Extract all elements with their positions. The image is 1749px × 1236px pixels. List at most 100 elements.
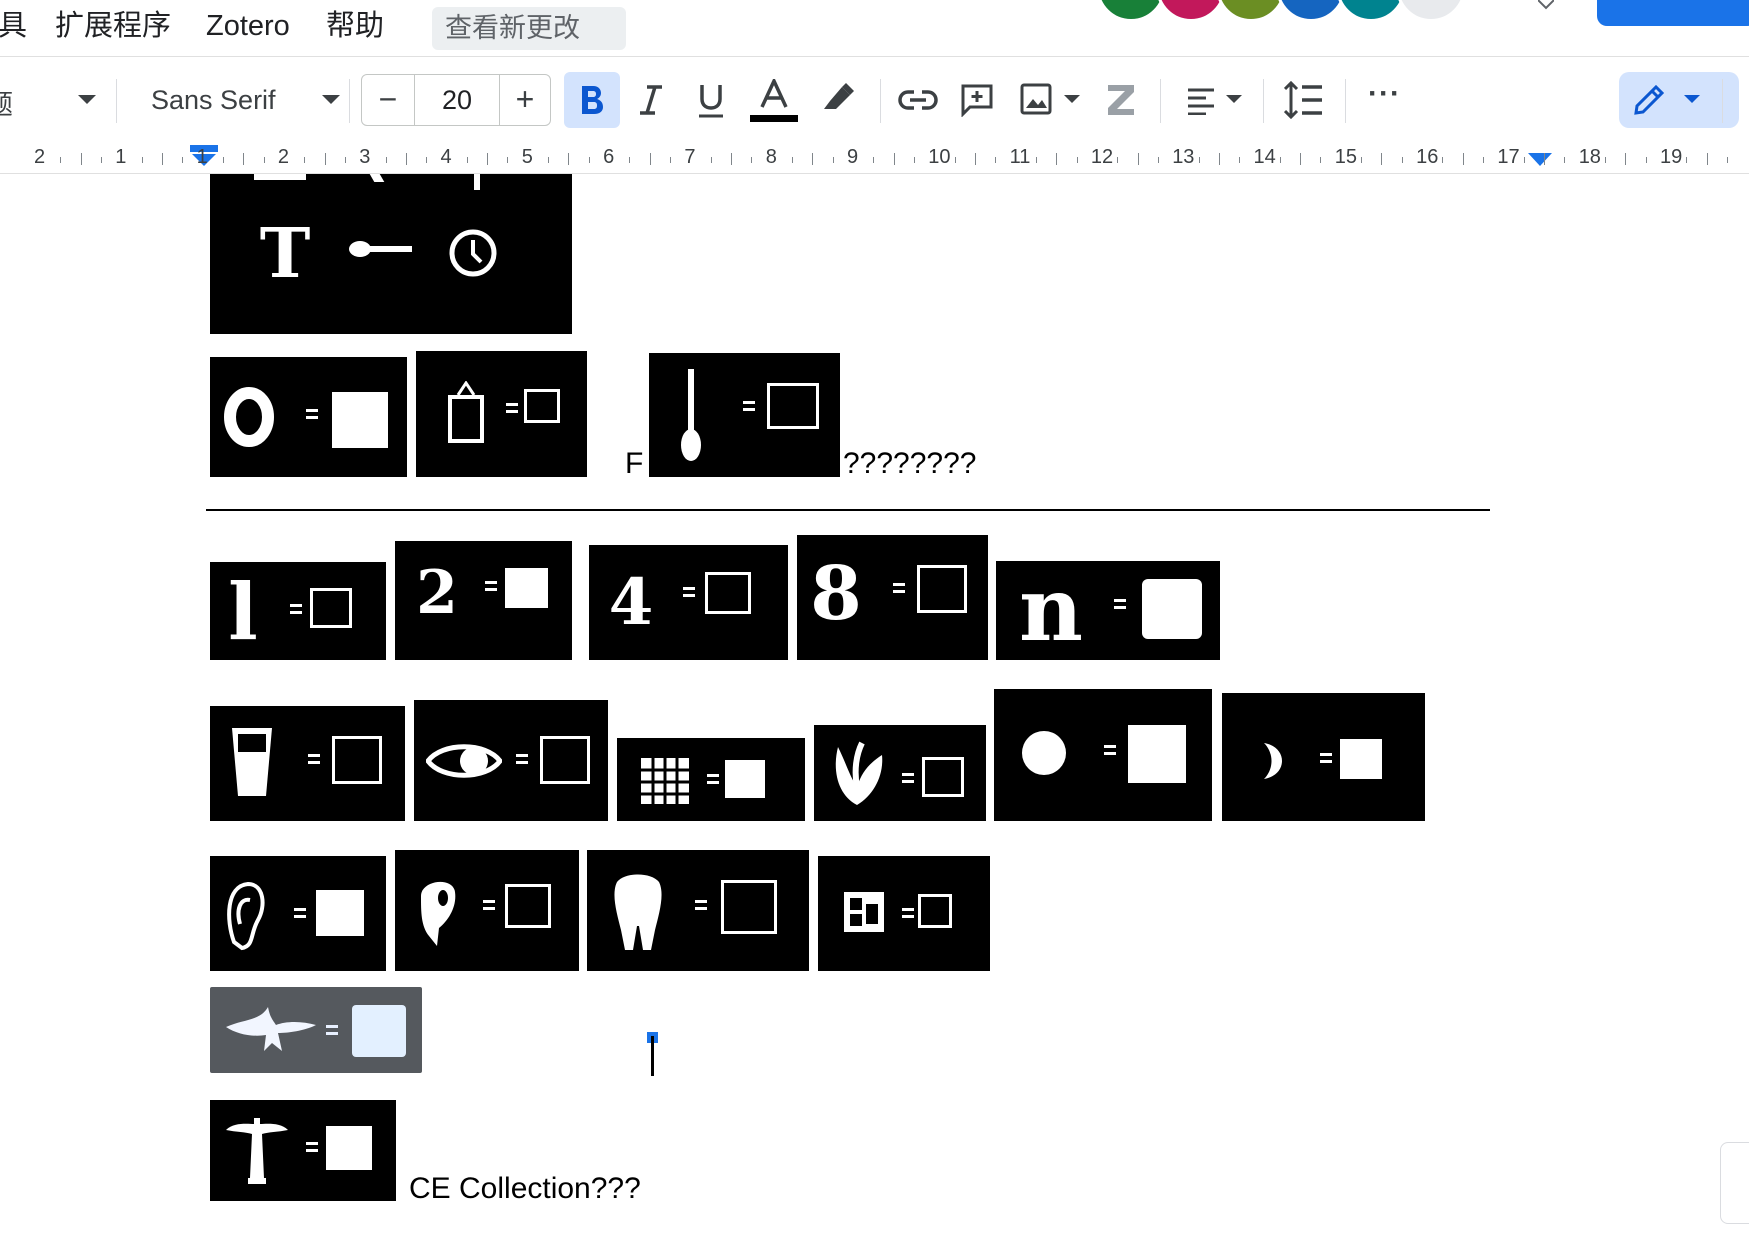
symbol-image[interactable] (395, 850, 579, 971)
ruler-label: 6 (603, 146, 615, 168)
avatar[interactable] (1276, 0, 1346, 22)
decrease-font-size-button[interactable]: − (362, 75, 414, 125)
font-size-input[interactable]: 20 (414, 75, 500, 125)
ruler-tick (1157, 157, 1159, 163)
ruler-tick (100, 157, 102, 163)
menu-help[interactable]: 帮助 (326, 6, 384, 46)
symbol-image[interactable] (210, 357, 407, 477)
ruler-label: 7 (684, 146, 696, 168)
ruler-tick (385, 157, 387, 163)
clock-icon (449, 229, 497, 277)
symbol-image[interactable] (814, 725, 986, 821)
ruler-label: 10 (928, 146, 951, 168)
glyph-label: 8 (810, 551, 862, 637)
ruler-tick (182, 157, 184, 163)
ruler-label: 16 (1416, 146, 1439, 168)
symbol-image[interactable]: 8 (797, 535, 988, 660)
ruler-tick (1361, 157, 1363, 163)
chevron-down-icon[interactable] (1226, 95, 1242, 104)
add-comment-icon[interactable] (960, 83, 994, 117)
ruler-tick (1605, 157, 1607, 163)
glyph-label: n (1019, 557, 1083, 661)
chevron-down-icon[interactable] (78, 95, 96, 105)
ruler-tick (1117, 157, 1119, 163)
symbol-image[interactable] (210, 987, 422, 1073)
symbol-image[interactable] (649, 353, 840, 477)
symbol-image[interactable] (416, 351, 587, 477)
ruler-tick (1726, 157, 1728, 163)
symbol-image[interactable]: 2 (395, 541, 572, 660)
share-button[interactable] (1597, 0, 1749, 26)
tooth-icon (614, 874, 662, 950)
symbol-image[interactable]: T (210, 174, 572, 334)
ruler-label: 11 (1009, 146, 1031, 168)
ruler-tick (405, 153, 407, 165)
insert-image-icon[interactable] (1020, 83, 1052, 115)
side-panel-toggle[interactable] (1720, 1142, 1749, 1224)
symbol-image[interactable]: n (996, 557, 1220, 661)
caret-icon[interactable] (1538, 0, 1554, 10)
highlight-icon[interactable] (820, 81, 856, 113)
avatar[interactable] (1156, 0, 1226, 22)
increase-font-size-button[interactable]: + (499, 75, 551, 125)
avatar[interactable] (1336, 0, 1406, 22)
ruler-tick (1706, 153, 1708, 165)
symbol-image[interactable] (414, 700, 608, 821)
ruler-tick (1523, 157, 1525, 163)
menu-bar: 具 扩展程序 Zotero 帮助 查看新更改 (0, 0, 1749, 56)
symbol-image[interactable]: 4 (589, 545, 788, 660)
ruler-tick (1686, 157, 1688, 163)
italic-icon[interactable] (638, 85, 664, 115)
spoon-icon (349, 241, 412, 257)
document-page[interactable]: T F ???????? l 2 4 8 n CE Collection??? (0, 174, 1749, 1236)
ruler-tick (1625, 153, 1627, 165)
ruler[interactable]: 2 1 1 2 3 4 5 6 7 8 9 10 11 12 13 14 15 16 17 18 19 (0, 143, 1749, 174)
ruler-tick (893, 153, 895, 165)
chevron-down-icon (1684, 95, 1700, 103)
ruler-label: 9 (847, 146, 859, 168)
avatar[interactable] (1396, 0, 1466, 22)
symbol-image[interactable] (210, 856, 386, 971)
menu-tools[interactable]: 具 (0, 6, 27, 46)
zotero-icon[interactable] (1106, 83, 1136, 117)
ruler-tick (1544, 153, 1546, 165)
align-left-icon[interactable] (1186, 87, 1216, 115)
link-icon[interactable] (898, 89, 938, 111)
avatar[interactable] (1096, 0, 1166, 22)
bag-icon (448, 381, 484, 443)
ruler-tick (629, 157, 631, 163)
symbol-image[interactable] (210, 706, 405, 821)
ruler-tick (466, 157, 468, 163)
symbol-image[interactable] (617, 738, 805, 821)
bold-icon (582, 86, 603, 114)
ruler-tick (487, 153, 489, 165)
symbol-image[interactable] (587, 850, 809, 971)
ear-icon (227, 881, 265, 951)
whats-new-button[interactable]: 查看新更改 (432, 7, 626, 50)
more-options-button[interactable]: ··· (1368, 77, 1401, 111)
grid-icon (641, 758, 689, 804)
text-color-icon[interactable] (750, 79, 798, 123)
symbol-image[interactable] (994, 689, 1212, 821)
ruler-tick (60, 157, 62, 163)
line-spacing-icon[interactable] (1284, 81, 1324, 119)
chevron-down-icon[interactable] (322, 95, 340, 105)
menu-zotero[interactable]: Zotero (206, 6, 290, 46)
avatar[interactable] (1216, 0, 1286, 22)
cup-icon (232, 728, 272, 796)
ruler-tick (263, 157, 265, 163)
symbol-image[interactable]: l (210, 562, 386, 660)
menu-extensions[interactable]: 扩展程序 (55, 6, 171, 46)
style-selector[interactable]: 题 (0, 83, 13, 122)
symbol-image[interactable] (818, 856, 990, 971)
font-family-selector[interactable]: Sans Serif (151, 85, 276, 116)
ruler-label: 17 (1497, 146, 1520, 168)
ruler-tick (243, 153, 245, 165)
symbol-image[interactable] (1222, 693, 1425, 821)
chevron-down-icon[interactable] (1064, 95, 1080, 104)
underline-icon[interactable] (697, 83, 725, 119)
right-indent-marker-icon[interactable] (1528, 153, 1552, 167)
ruler-tick (873, 157, 875, 163)
symbol-image[interactable] (210, 1100, 396, 1201)
ruler-tick (1483, 157, 1485, 163)
